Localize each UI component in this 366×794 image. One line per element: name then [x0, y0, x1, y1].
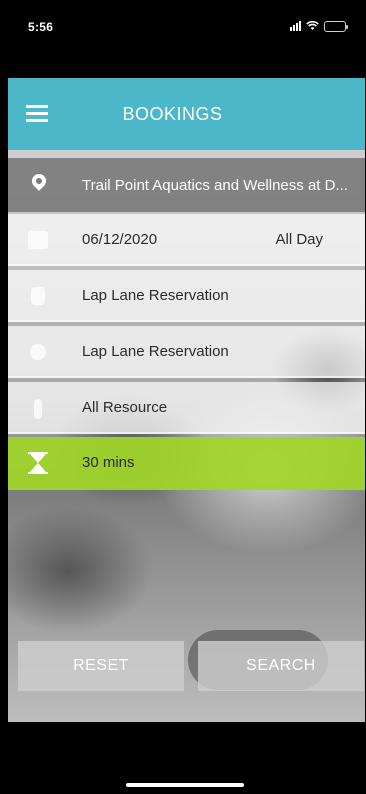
duration-value: 30 mins — [82, 454, 135, 471]
signal-icon — [290, 21, 301, 31]
status-time: 5:56 — [28, 20, 54, 34]
page-title: BOOKINGS — [122, 104, 223, 124]
search-button[interactable]: SEARCH — [198, 641, 364, 691]
time-range-value[interactable]: All Day — [275, 231, 323, 248]
reset-button[interactable]: RESET — [18, 641, 184, 691]
hourglass-icon — [26, 451, 50, 475]
document-icon — [26, 284, 50, 308]
date-value: 06/12/2020 — [82, 231, 158, 248]
activity-value: Lap Lane Reservation — [82, 343, 229, 360]
calendar-icon — [26, 228, 50, 252]
status-bar: 5:56 — [0, 0, 366, 52]
person-icon — [26, 396, 50, 420]
category-value: Lap Lane Reservation — [82, 287, 229, 304]
app-screen: 5:56 BOOKINGS Trail Point Aquatics and W… — [0, 0, 366, 794]
activity-selector[interactable]: Lap Lane Reservation — [8, 326, 365, 378]
status-icons — [290, 19, 348, 33]
location-value: Trail Point Aquatics and Wellness at D..… — [82, 177, 348, 194]
location-pin-icon — [26, 171, 50, 196]
battery-icon — [324, 20, 348, 32]
resource-selector[interactable]: All Resource — [8, 382, 365, 434]
gear-icon — [26, 340, 50, 364]
home-indicator[interactable] — [126, 783, 244, 787]
app-header: BOOKINGS — [8, 78, 365, 150]
resource-value: All Resource — [82, 399, 168, 416]
date-selector[interactable]: 06/12/2020 All Day — [8, 214, 365, 266]
category-selector[interactable]: Lap Lane Reservation — [8, 270, 365, 322]
duration-selector[interactable]: 30 mins — [8, 437, 365, 490]
location-selector[interactable]: Trail Point Aquatics and Wellness at D..… — [8, 158, 365, 212]
wifi-icon — [306, 21, 319, 30]
